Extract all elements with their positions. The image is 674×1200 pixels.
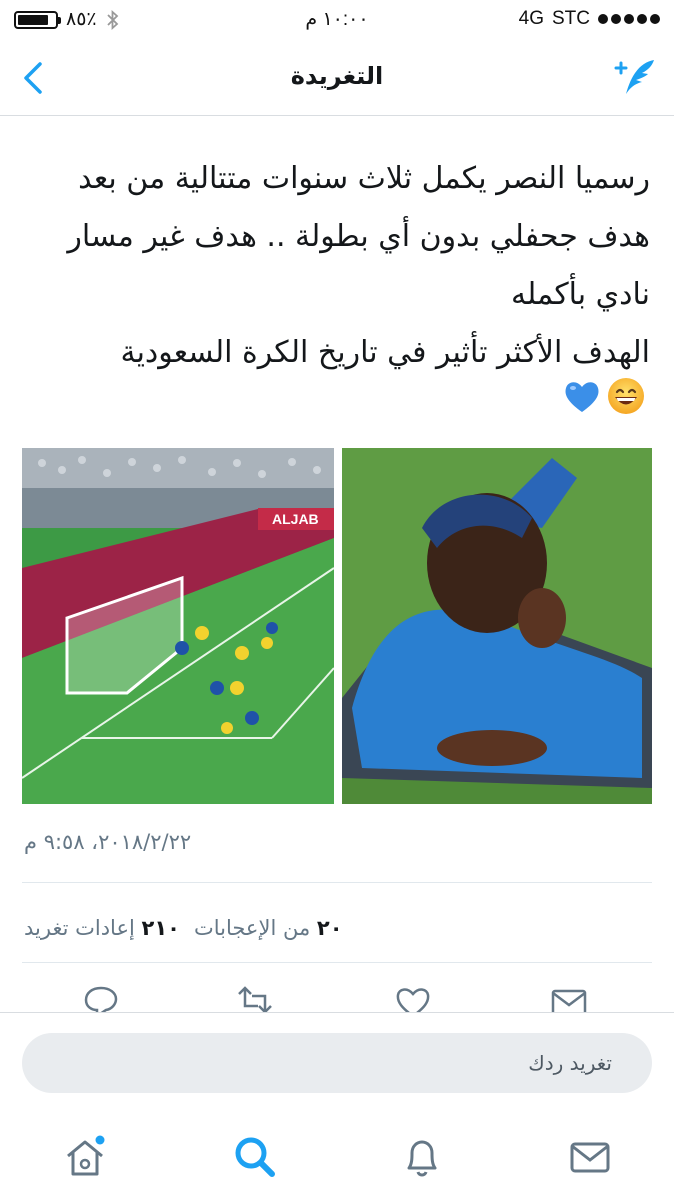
divider (22, 882, 652, 883)
network-type: 4G (518, 8, 544, 29)
likes-stat[interactable]: ٢٠ من الإعجابات (194, 916, 343, 940)
retweets-label: إعادات تغريد (24, 916, 135, 940)
tweet-media[interactable]: ALJAB (22, 448, 652, 804)
tweet-timestamp: ٢٠١٨/٢/٢٢، ٩:٥٨ م (24, 830, 192, 854)
tweet-line-1: رسميا النصر يكمل ثلاث سنوات متتالية من ب… (78, 161, 650, 196)
messages-mail-icon[interactable] (565, 1132, 615, 1182)
tweet-line-2: هدف جحفلي بدون أي بطولة .. هدف غير مسار (67, 219, 650, 254)
reply-bar: تغريد ردك (0, 1012, 674, 1120)
retweet-icon[interactable] (236, 984, 274, 1012)
share-mail-icon[interactable] (550, 984, 588, 1012)
nav-bar: التغريدة (0, 40, 674, 116)
likes-count: ٢٠ (316, 916, 343, 940)
blue-heart-icon (565, 382, 599, 412)
tweet-stats: ٢٠ من الإعجابات ٢١٠ إعادات تغريد (24, 916, 343, 940)
stadium-banner-text: ALJAB (272, 511, 319, 527)
match-goal-photo[interactable]: ALJAB (22, 448, 334, 804)
status-bar: ٨٥٪ ١٠:٠٠ م 4G STC (0, 0, 674, 40)
reply-icon[interactable] (82, 984, 120, 1012)
status-right: 4G STC (519, 8, 660, 30)
tweet-line-4: الهدف الأكثر تأثير في تاريخ الكرة السعود… (120, 335, 651, 370)
retweets-count: ٢١٠ (141, 916, 180, 940)
like-heart-icon[interactable] (394, 984, 432, 1012)
likes-label: من الإعجابات (193, 916, 311, 940)
home-icon[interactable] (60, 1132, 110, 1182)
search-icon[interactable] (230, 1132, 280, 1182)
grinning-face-icon (608, 378, 644, 414)
compose-tweet-icon[interactable] (612, 54, 658, 100)
reply-input[interactable]: تغريد ردك (22, 1033, 652, 1093)
tweet-emojis (562, 376, 646, 416)
carrier-name: STC (552, 8, 590, 29)
retweets-stat[interactable]: ٢١٠ إعادات تغريد (24, 916, 180, 940)
status-time: ١٠:٠٠ م (305, 9, 369, 30)
notifications-bell-icon[interactable] (397, 1132, 447, 1182)
page-title: التغريدة (290, 62, 384, 90)
tweet-text: رسميا النصر يكمل ثلاث سنوات متتالية من ب… (20, 150, 650, 382)
divider (22, 962, 652, 963)
tweet-line-3: نادي بأكمله (511, 277, 650, 312)
signal-strength-icon (598, 14, 660, 24)
bottom-tab-bar (0, 1120, 674, 1200)
tweet-actions (0, 980, 674, 1012)
player-lying-photo[interactable] (342, 448, 652, 804)
